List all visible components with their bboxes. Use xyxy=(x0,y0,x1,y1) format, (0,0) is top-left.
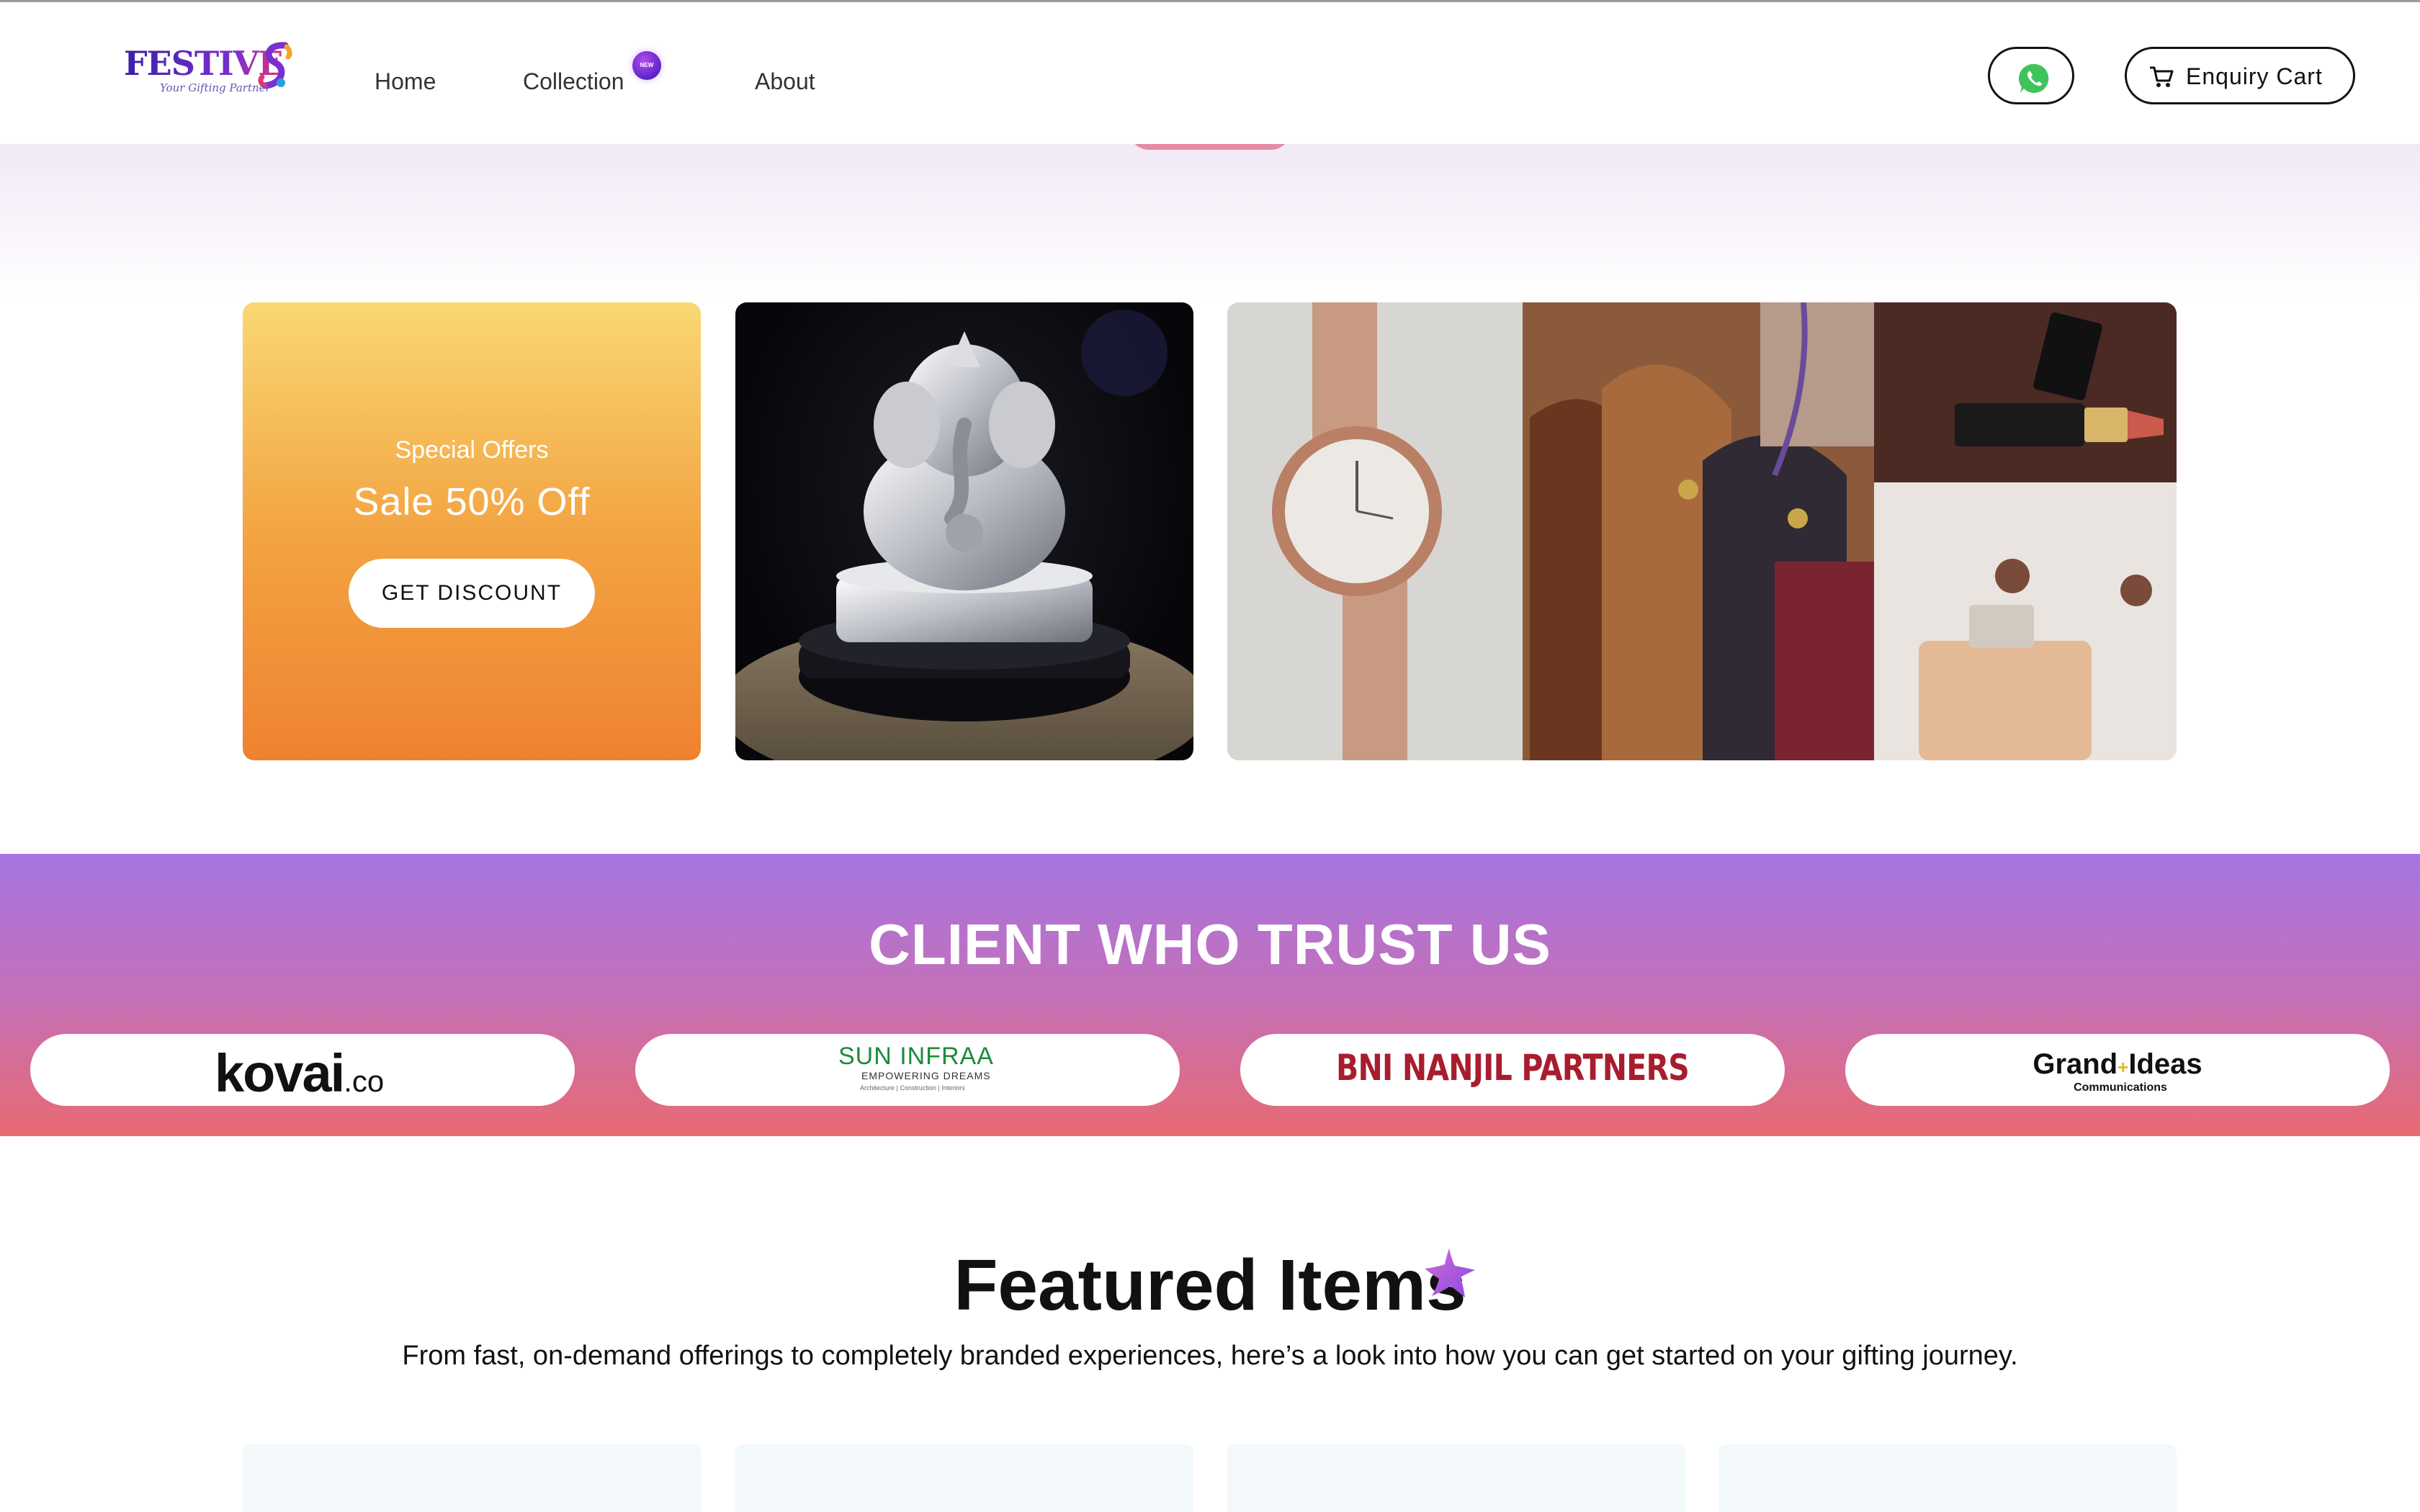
client-logo-bni[interactable]: BNI NANJIL PARTNERS xyxy=(1240,1034,1785,1106)
client-logo-grand-ideas[interactable]: Grand+Ideas Communications xyxy=(1845,1034,2390,1106)
featured-items-subtitle: From fast, on-demand offerings to comple… xyxy=(402,1341,2018,1371)
featured-item-card[interactable] xyxy=(735,1444,1193,1512)
silver-ganesha-image[interactable] xyxy=(735,302,1193,760)
clients-title: CLIENT WHO TRUST US xyxy=(869,912,1551,976)
sun-infraa-logo-text: SUN INFRAA xyxy=(838,1043,994,1070)
get-discount-button[interactable]: GET DISCOUNT xyxy=(349,559,595,628)
client-logo-sun-infraa[interactable]: SUN INFRAA EMPOWERING DREAMS Architectur… xyxy=(635,1034,1180,1106)
nav-collection[interactable]: Collection xyxy=(523,68,624,95)
grand-ideas-subtitle: Communications xyxy=(2074,1081,2167,1094)
whatsapp-icon xyxy=(2018,63,2049,93)
nav-about[interactable]: About xyxy=(755,68,815,95)
nav-home[interactable]: Home xyxy=(375,68,436,95)
kovai-logo-text: kovai.co xyxy=(215,1043,385,1103)
featured-item-card[interactable] xyxy=(1227,1444,1685,1512)
featured-item-card[interactable] xyxy=(1718,1444,2177,1512)
featured-items-title: Featured Items xyxy=(954,1245,1466,1326)
featured-item-card[interactable] xyxy=(243,1444,701,1512)
grand-ideas-logo-text: Grand+Ideas xyxy=(2033,1048,2202,1080)
offer-title: Sale 50% Off xyxy=(353,480,591,523)
logo-tagline: Your Gifting Partner xyxy=(160,81,271,94)
whatsapp-button[interactable] xyxy=(1988,47,2074,104)
bni-logo-text: BNI NANJIL PARTNERS xyxy=(1336,1047,1690,1089)
cart-icon xyxy=(2150,66,2174,87)
special-offer-card: Special Offers Sale 50% Off GET DISCOUNT xyxy=(243,302,701,760)
sun-infraa-services: Architecture | Construction | Interiors xyxy=(860,1084,965,1092)
enquiry-cart-label: Enquiry Cart xyxy=(2186,63,2323,89)
client-logo-kovai[interactable]: kovai.co xyxy=(30,1034,575,1106)
sun-infraa-tagline: EMPOWERING DREAMS xyxy=(861,1070,991,1081)
new-badge: NEW xyxy=(632,51,661,80)
site-header: FESTIVE Your Gifting Partner Home Collec… xyxy=(0,2,2420,144)
clients-section: CLIENT WHO TRUST US kovai.co SUN INFRAA … xyxy=(0,854,2420,1136)
enquiry-cart-button[interactable]: Enquiry Cart xyxy=(2125,47,2355,104)
hero-section-bottom xyxy=(0,144,2420,302)
ganesha-idol-illustration xyxy=(735,310,1193,760)
sparkle-star-icon xyxy=(1425,1248,1475,1297)
festive-logo[interactable]: FESTIVE Your Gifting Partner xyxy=(124,40,297,102)
accessories-collage-image[interactable] xyxy=(1227,302,2177,760)
offer-kicker: Special Offers xyxy=(395,436,549,464)
accessories-collage-illustration xyxy=(1227,302,2177,760)
